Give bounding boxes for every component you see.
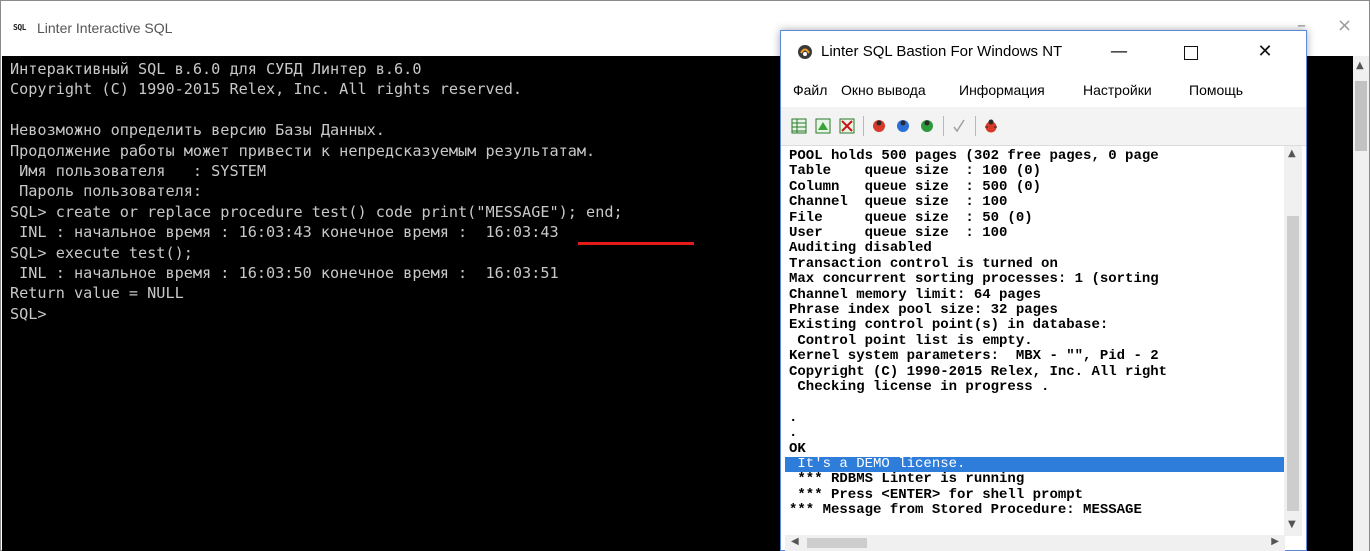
console-line: Продолжение работы может привести к непр… [10,141,596,160]
menu-file[interactable]: Файл [793,82,827,98]
console-line: INL : начальное время : 16:03:43 конечно… [10,223,559,242]
disconnect-icon[interactable] [839,118,855,134]
selected-output-line[interactable]: It's a DEMO license. [789,456,965,472]
bug-blue-icon[interactable] [895,118,911,134]
bastion-output[interactable]: POOL holds 500 pages (302 free pages, 0 … [785,146,1285,536]
console-line: Имя пользователя : SYSTEM [10,161,267,180]
bastion-menubar: Файл Окно вывода Информация Настройки По… [781,77,1306,105]
output-line[interactable]: Channel queue size : 100 [789,194,1007,210]
bastion-toolbar [781,107,1306,146]
output-line[interactable]: Auditing disabled [789,240,932,256]
output-line[interactable]: OK [789,441,806,457]
bastion-hscroll-thumb[interactable] [807,538,867,548]
output-line[interactable]: *** RDBMS Linter is running [789,471,1024,487]
scroll-up-icon[interactable]: ▲ [1288,148,1296,159]
output-line[interactable]: *** Message from Stored Procedure: MESSA… [789,502,1142,518]
output-line[interactable]: . [789,410,797,426]
output-line[interactable]: Control point list is empty. [789,333,1032,349]
output-line[interactable]: Kernel system parameters: MBX - "", Pid … [789,348,1159,364]
bastion-minimize-button[interactable]: — [1097,35,1141,69]
scroll-down-icon[interactable]: ▼ [1288,519,1296,530]
menu-output[interactable]: Окно вывода [841,82,926,98]
toolbar-separator [943,116,944,136]
output-line[interactable]: Column queue size : 500 (0) [789,179,1041,195]
output-line[interactable]: POOL holds 500 pages (302 free pages, 0 … [789,148,1159,164]
console-line: Пароль пользователя: [10,182,203,201]
bastion-close-button[interactable]: ✕ [1243,35,1287,69]
bug-run-icon[interactable] [983,118,999,134]
output-line[interactable]: User queue size : 100 [789,225,1007,241]
menu-info[interactable]: Информация [959,82,1045,98]
console-line: Copyright (C) 1990-2015 Relex, Inc. All … [10,80,523,99]
output-line[interactable]: Channel memory limit: 64 pages [789,287,1041,303]
console-close-button[interactable]: × [1337,15,1352,36]
output-line[interactable]: File queue size : 50 (0) [789,210,1033,226]
menu-help[interactable]: Помощь [1189,82,1243,98]
console-scroll-thumb[interactable] [1355,81,1367,151]
scroll-up-icon[interactable]: ▲ [1356,60,1364,71]
console-line: Интерактивный SQL в.6.0 для СУБД Линтер … [10,60,422,78]
output-line[interactable]: . [789,425,797,441]
output-line[interactable]: Copyright (C) 1990-2015 Relex, Inc. All … [789,364,1167,380]
bastion-hscroll[interactable]: ◀ ▶ [785,535,1285,551]
console-line: Return value = NULL [10,284,184,303]
toolbar-separator [863,116,864,136]
bug-red-icon[interactable] [871,118,887,134]
message-underline [578,242,694,245]
maximize-icon [1184,46,1198,60]
toolbar-separator [975,116,976,136]
bastion-app-icon [798,45,812,59]
split-icon[interactable] [815,118,831,134]
console-line: SQL> execute test(); [10,243,193,262]
console-line: Невозможно определить версию Базы Данных… [10,121,385,140]
output-line[interactable]: Max concurrent sorting processes: 1 (sor… [789,271,1159,287]
output-line[interactable]: Table queue size : 100 (0) [789,163,1041,179]
bastion-title: Linter SQL Bastion For Windows NT [821,43,1063,60]
bastion-window: Linter SQL Bastion For Windows NT — ✕ Фа… [780,30,1307,551]
menu-settings[interactable]: Настройки [1083,82,1152,98]
scroll-right-icon[interactable]: ▶ [1271,536,1279,547]
console-lines: Интерактивный SQL в.6.0 для СУБД Линтер … [10,59,623,324]
output-line[interactable]: *** Press <ENTER> for shell prompt [789,487,1083,503]
output-line[interactable]: Phrase index pool size: 32 pages [789,302,1058,318]
scroll-left-icon[interactable]: ◀ [791,536,799,547]
console-line: INL : начальное время : 16:03:50 конечно… [10,263,559,282]
output-line[interactable]: Checking license in progress . [789,379,1049,395]
sql-badge-icon: SQL [13,23,26,32]
bastion-titlebar[interactable]: Linter SQL Bastion For Windows NT — ✕ [781,31,1306,73]
output-line[interactable]: Transaction control is turned on [789,256,1058,272]
grid-icon[interactable] [791,118,807,134]
bastion-maximize-button[interactable] [1169,35,1213,69]
bug-green-icon[interactable] [919,118,935,134]
console-line: SQL> create or replace procedure test() … [10,202,623,221]
console-scrollbar[interactable]: ▲ [1353,56,1369,551]
console-line: SQL> [10,304,47,323]
output-line[interactable]: Existing control point(s) in database: [789,317,1108,333]
bastion-vscroll[interactable]: ▲ ▼ [1284,146,1302,536]
console-title: Linter Interactive SQL [37,20,173,36]
check-icon[interactable] [951,118,967,134]
bastion-vscroll-thumb[interactable] [1287,216,1299,511]
